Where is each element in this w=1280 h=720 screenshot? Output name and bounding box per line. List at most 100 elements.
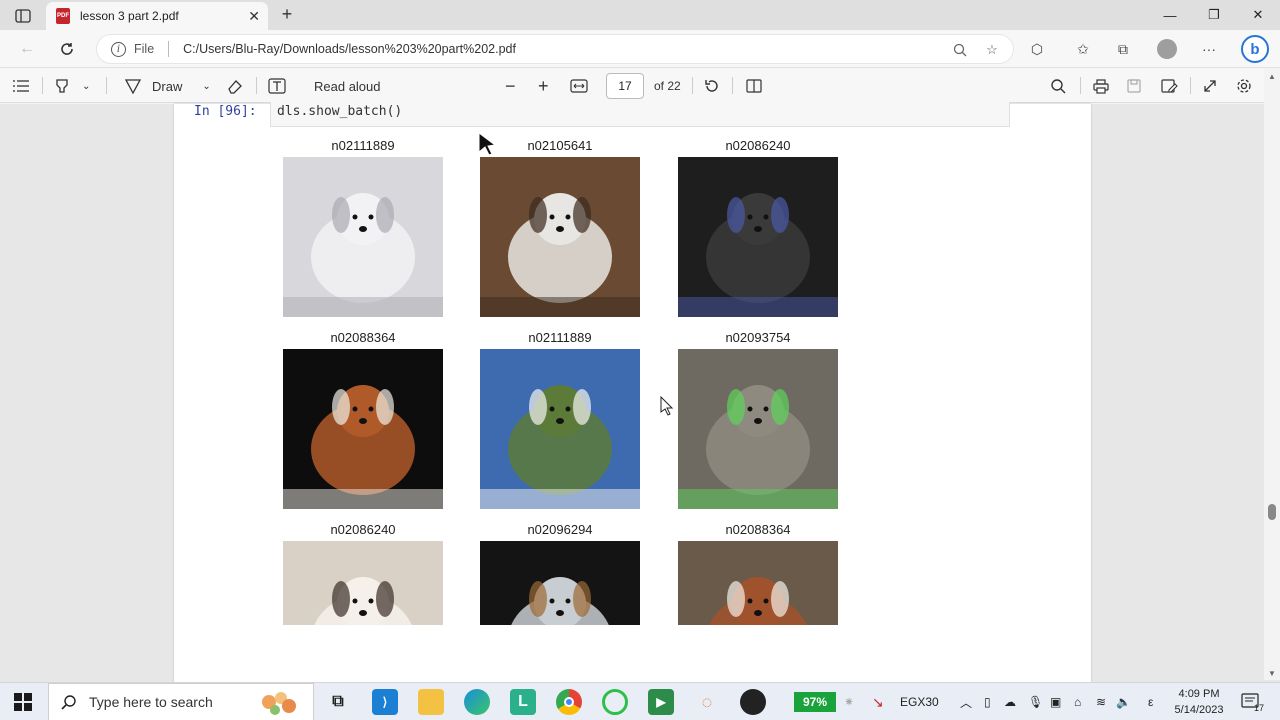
read-aloud-button[interactable]: Read aloud bbox=[314, 76, 381, 96]
mouse-cursor-icon bbox=[478, 132, 497, 156]
network-icon[interactable]: ⌂ bbox=[1074, 683, 1081, 720]
bing-icon[interactable]: b bbox=[1240, 34, 1270, 64]
settings-icon[interactable] bbox=[1236, 76, 1252, 96]
camera-icon[interactable]: ▣ bbox=[1050, 683, 1061, 720]
search-highlight-icon bbox=[255, 688, 303, 718]
volume-icon[interactable]: 🔈 bbox=[1116, 683, 1131, 720]
page-number-input[interactable]: 17 bbox=[606, 73, 644, 99]
batch-item-label: n02088364 bbox=[725, 522, 791, 537]
battery-indicator[interactable]: 97% bbox=[794, 692, 836, 712]
more-icon[interactable]: ··· bbox=[1196, 38, 1222, 60]
draw-button[interactable]: Draw ⌄ bbox=[124, 76, 211, 96]
chevron-down-icon[interactable]: ⌄ bbox=[202, 81, 210, 92]
notification-count: 17 bbox=[1253, 703, 1264, 713]
search-icon bbox=[61, 695, 76, 710]
pdf-toolbar: ⌄ Draw ⌄ Read aloud − + 17 of 22 bbox=[0, 68, 1280, 103]
favorite-add-icon[interactable]: ☆ bbox=[983, 41, 1001, 59]
scroll-down-icon[interactable]: ▼ bbox=[1268, 669, 1276, 678]
brightness-icon: ✷ bbox=[844, 695, 855, 709]
scroll-up-icon[interactable]: ▲ bbox=[1268, 72, 1276, 81]
pdf-icon: PDF bbox=[56, 8, 70, 24]
zoom-icon[interactable] bbox=[951, 41, 969, 59]
dog-photo bbox=[480, 349, 640, 509]
vscode-icon[interactable]: ⟩ bbox=[372, 689, 398, 715]
sidebar-icon[interactable] bbox=[8, 5, 38, 27]
page-view-icon[interactable] bbox=[746, 76, 762, 96]
system-clock[interactable]: 4:09 PM 5/14/2023 bbox=[1166, 686, 1232, 718]
microphone-icon[interactable]: 🎙 bbox=[1028, 683, 1043, 720]
batch-item-label: n02111889 bbox=[528, 330, 592, 345]
chrome-icon[interactable] bbox=[556, 689, 582, 715]
recording-app-icon[interactable] bbox=[740, 689, 766, 715]
browser-tab[interactable]: PDF lesson 3 part 2.pdf ✕ bbox=[46, 2, 268, 30]
save-as-icon[interactable] bbox=[1160, 76, 1178, 96]
tab-strip: PDF lesson 3 part 2.pdf ✕ + — ❐ ✕ bbox=[0, 0, 1280, 30]
tab-title: lesson 3 part 2.pdf bbox=[80, 9, 179, 23]
highlight-icon[interactable] bbox=[54, 76, 70, 96]
device-icon[interactable]: ▯ bbox=[984, 683, 991, 720]
profile-icon[interactable] bbox=[1154, 38, 1180, 60]
print-icon[interactable] bbox=[1092, 76, 1110, 96]
taskbar: Type here to search ⧉ ⟩ L ▶ ◌ 97% ✷ ↘ EG… bbox=[0, 682, 1280, 720]
wifi-icon[interactable]: ≋ bbox=[1096, 683, 1106, 720]
extensions-icon[interactable]: ⬡ bbox=[1024, 38, 1050, 60]
stock-down-icon[interactable]: ↘ bbox=[872, 683, 884, 720]
refresh-icon[interactable] bbox=[56, 38, 78, 60]
address-bar[interactable]: i File C:/Users/Blu-Ray/Downloads/lesson… bbox=[96, 34, 1014, 64]
pdf-viewer[interactable]: In [96]: dls.show_batch() n02111889 n0210… bbox=[0, 102, 1280, 684]
new-tab-button[interactable]: + bbox=[276, 4, 298, 25]
favorites-icon[interactable]: ✩ bbox=[1070, 38, 1096, 60]
batch-item-label: n02086240 bbox=[330, 522, 396, 537]
app-l-icon[interactable]: L bbox=[510, 689, 536, 715]
jupyter-icon[interactable]: ◌ bbox=[694, 689, 720, 715]
clock-time: 4:09 PM bbox=[1178, 688, 1220, 700]
batch-item-label: n02086240 bbox=[725, 138, 791, 153]
scroll-thumb[interactable] bbox=[1268, 504, 1276, 520]
batch-item-label: n02096294 bbox=[527, 522, 593, 537]
contents-icon[interactable] bbox=[12, 76, 30, 96]
window-controls: — ❐ ✕ bbox=[1148, 0, 1280, 30]
rotate-icon[interactable] bbox=[704, 76, 720, 96]
toolbar-divider bbox=[42, 77, 43, 94]
chevron-down-icon[interactable]: ⌄ bbox=[82, 76, 90, 96]
zoom-out-icon[interactable]: − bbox=[505, 76, 516, 96]
scrollbar[interactable]: ▲ ▼ bbox=[1264, 68, 1280, 680]
stock-ticker[interactable]: EGX30 bbox=[900, 683, 939, 720]
page-total: of 22 bbox=[654, 79, 681, 93]
fullscreen-icon[interactable] bbox=[1202, 76, 1218, 96]
close-icon[interactable]: ✕ bbox=[248, 8, 260, 25]
cloud-icon[interactable]: ☁ bbox=[1004, 683, 1016, 720]
file-explorer-icon[interactable] bbox=[418, 689, 444, 715]
taskbar-search[interactable]: Type here to search bbox=[48, 683, 314, 720]
dog-photo bbox=[678, 349, 838, 509]
language-icon[interactable]: ε bbox=[1148, 683, 1153, 720]
close-window-button[interactable]: ✕ bbox=[1236, 0, 1280, 30]
minimize-button[interactable]: — bbox=[1148, 0, 1192, 30]
mouse-pointer-icon bbox=[660, 396, 674, 416]
toolbar-divider bbox=[692, 77, 693, 94]
task-view-icon[interactable]: ⧉ bbox=[325, 689, 351, 715]
notification-icon[interactable]: 17 bbox=[1238, 691, 1264, 713]
pdf-page: In [96]: dls.show_batch() n02111889 n0210… bbox=[174, 102, 1091, 684]
chevron-up-icon[interactable]: ︿ bbox=[960, 683, 972, 720]
text-icon[interactable] bbox=[268, 76, 286, 96]
dog-photo bbox=[678, 541, 838, 625]
edge-icon[interactable] bbox=[464, 689, 490, 715]
eraser-icon[interactable] bbox=[226, 76, 244, 96]
windows-icon[interactable] bbox=[14, 693, 32, 716]
toolbar-divider bbox=[256, 77, 257, 94]
green-ring-icon[interactable] bbox=[602, 689, 628, 715]
address-toolbar: ← i File C:/Users/Blu-Ray/Downloads/less… bbox=[0, 30, 1280, 68]
collections-icon[interactable]: ⧉ bbox=[1110, 38, 1136, 60]
back-icon[interactable]: ← bbox=[16, 38, 38, 60]
draw-label: Draw bbox=[152, 78, 183, 94]
info-icon[interactable]: i bbox=[111, 41, 126, 57]
fit-page-icon[interactable] bbox=[570, 76, 588, 96]
zoom-in-icon[interactable]: + bbox=[538, 76, 549, 96]
toolbar-divider bbox=[1190, 77, 1191, 94]
restore-button[interactable]: ❐ bbox=[1192, 0, 1236, 30]
search-icon[interactable] bbox=[1050, 76, 1066, 96]
media-app-icon[interactable]: ▶ bbox=[648, 689, 674, 715]
address-prefix: File bbox=[134, 42, 155, 56]
save-icon[interactable] bbox=[1126, 76, 1142, 96]
